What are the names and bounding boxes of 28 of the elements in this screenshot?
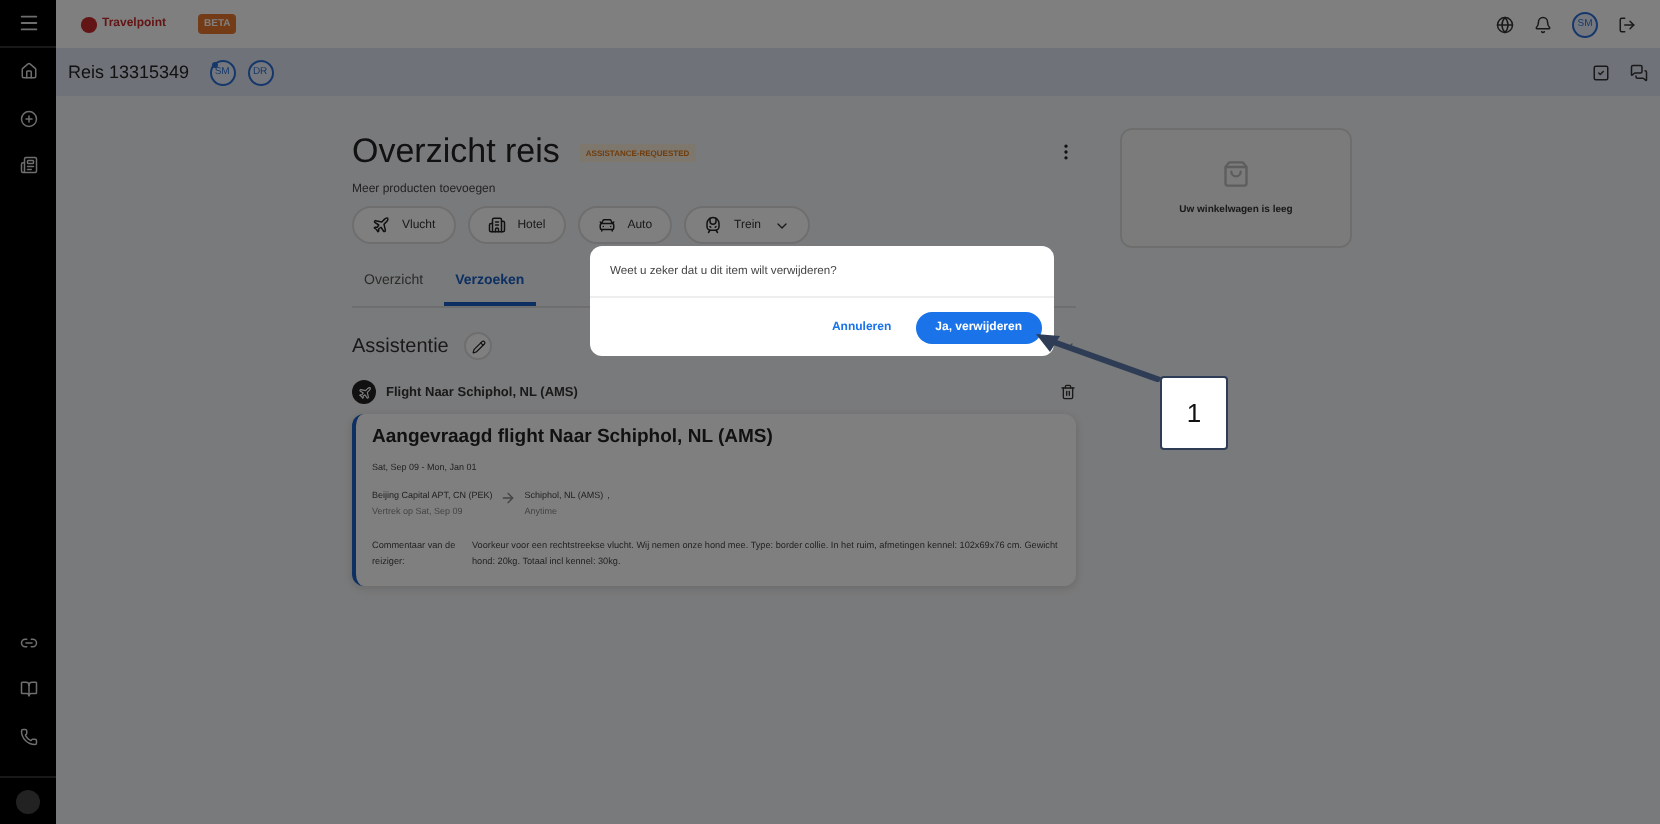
arrow-right-icon: [500, 490, 517, 506]
phone-icon[interactable]: [19, 727, 37, 746]
section-title: Assistentie: [352, 335, 449, 357]
bell-icon[interactable]: [1534, 15, 1552, 33]
globe-icon[interactable]: [1496, 15, 1514, 33]
edit-button[interactable]: [464, 332, 493, 360]
link-icon[interactable]: [19, 633, 37, 652]
pencil-icon: [471, 339, 486, 353]
plane-icon: [352, 380, 376, 404]
menu-icon[interactable]: [17, 12, 39, 34]
book-icon[interactable]: [19, 680, 37, 699]
train-icon: [704, 216, 723, 234]
hotel-icon: [487, 216, 506, 234]
page-title: Overzicht reis: [352, 132, 560, 172]
home-icon[interactable]: [19, 62, 37, 81]
checklist-icon[interactable]: [1592, 63, 1610, 81]
chat-icon[interactable]: [1630, 63, 1648, 81]
annotation-label: 1: [1160, 376, 1228, 450]
add-icon[interactable]: [19, 109, 37, 128]
trip-title: Reis 13315349: [68, 62, 190, 82]
annotation-arrow: [1032, 330, 1164, 382]
shopping-bag-icon: [1222, 160, 1250, 188]
flight-icon: [372, 216, 390, 234]
card-title: Aangevraagd flight Naar Schiphol, NL (AMS): [372, 426, 775, 448]
trash-icon[interactable]: [1060, 384, 1076, 400]
car-icon: [597, 216, 616, 234]
list-icon[interactable]: [19, 156, 37, 175]
logout-icon[interactable]: [1618, 15, 1636, 33]
